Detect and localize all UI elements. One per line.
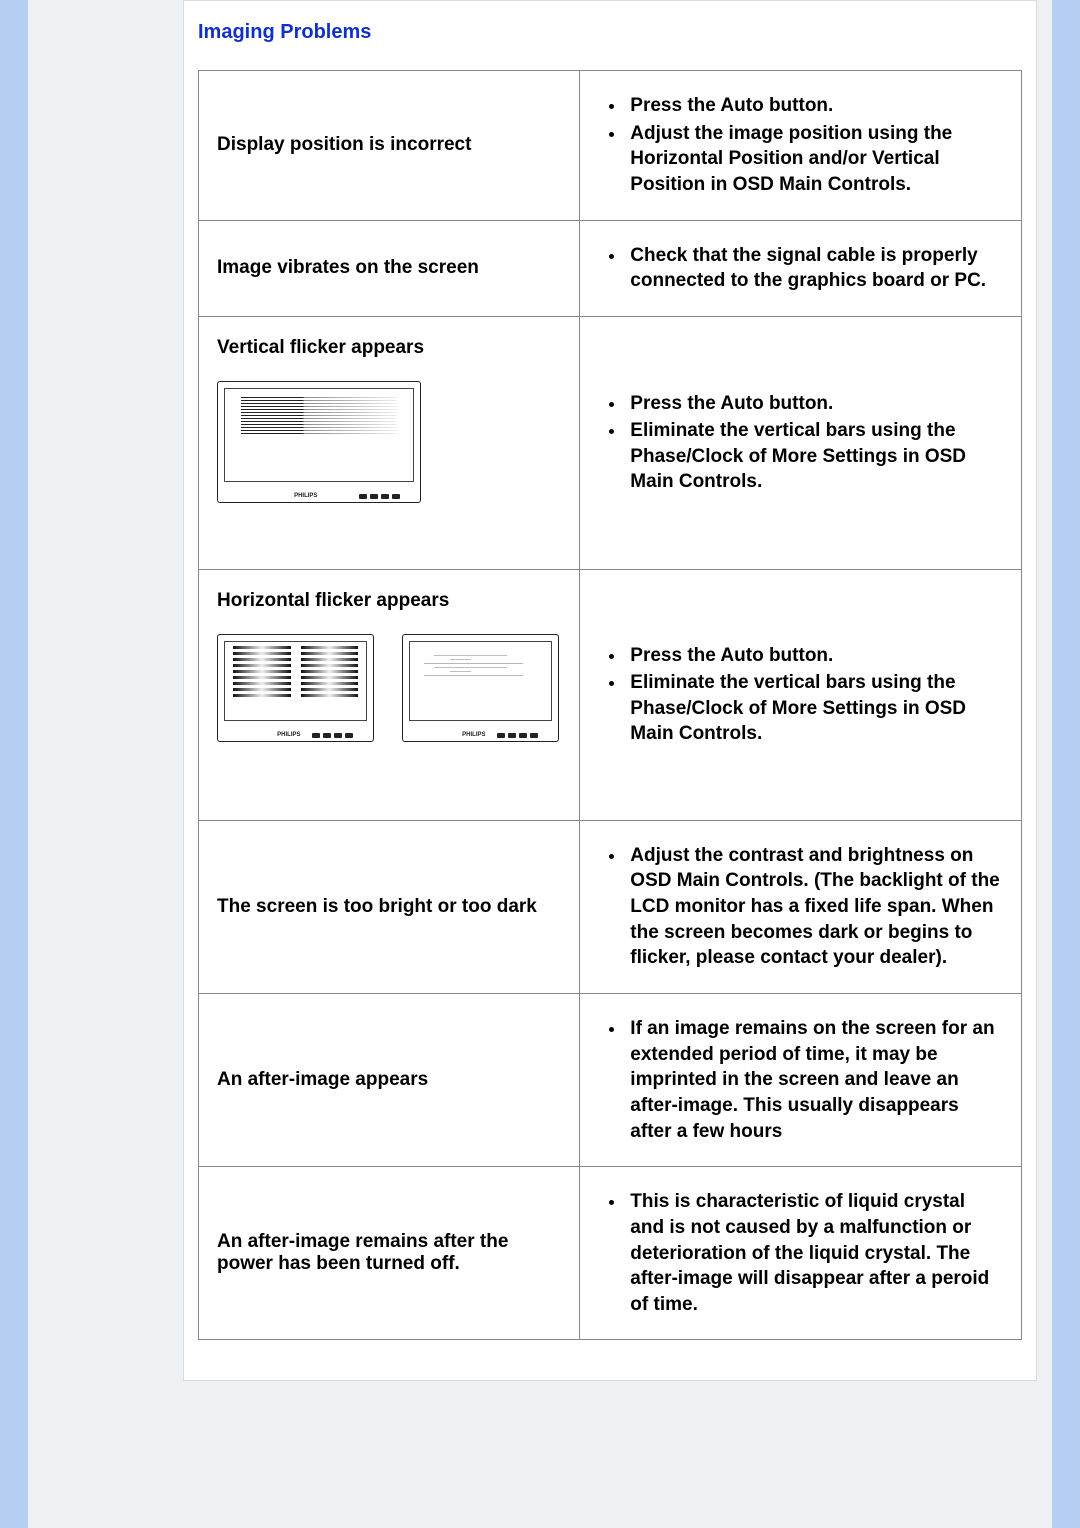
table-row: Horizontal flicker appears PHILIPS (199, 569, 1022, 820)
solution-cell: Press the Auto button. Eliminate the ver… (580, 316, 1022, 569)
problem-cell: Horizontal flicker appears PHILIPS (199, 569, 580, 820)
solution-cell: Check that the signal cable is properly … (580, 220, 1022, 316)
table-row: Display position is incorrect Press the … (199, 71, 1022, 221)
list-item: This is characteristic of liquid crystal… (626, 1189, 1003, 1317)
monitor-illustration-icon: PHILIPS (217, 381, 421, 503)
list-item: Eliminate the vertical bars using the Ph… (626, 670, 1003, 747)
table-row: The screen is too bright or too dark Adj… (199, 820, 1022, 993)
list-item: If an image remains on the screen for an… (626, 1016, 1003, 1144)
list-item: Eliminate the vertical bars using the Ph… (626, 418, 1003, 495)
problem-cell: An after-image remains after the power h… (199, 1167, 580, 1340)
table-row: Image vibrates on the screen Check that … (199, 220, 1022, 316)
list-item: Adjust the contrast and brightness on OS… (626, 843, 1003, 971)
list-item: Press the Auto button. (626, 391, 1003, 417)
solution-cell: Press the Auto button. Eliminate the ver… (580, 569, 1022, 820)
solution-cell: Press the Auto button. Adjust the image … (580, 71, 1022, 221)
list-item: Press the Auto button. (626, 643, 1003, 669)
table-row: An after-image remains after the power h… (199, 1167, 1022, 1340)
table-row: Vertical flicker appears PHILIPS (199, 316, 1022, 569)
list-item: Check that the signal cable is properly … (626, 243, 1003, 294)
list-item: Adjust the image position using the Hori… (626, 121, 1003, 198)
problem-cell: Image vibrates on the screen (199, 220, 580, 316)
troubleshooting-card: Imaging Problems Display position is inc… (183, 0, 1037, 1381)
solution-cell: Adjust the contrast and brightness on OS… (580, 820, 1022, 993)
table-row: An after-image appears If an image remai… (199, 994, 1022, 1167)
monitor-illustration-icon: PHILIPS (402, 634, 559, 742)
problem-cell: Vertical flicker appears PHILIPS (199, 316, 580, 569)
problem-cell: The screen is too bright or too dark (199, 820, 580, 993)
solution-cell: If an image remains on the screen for an… (580, 994, 1022, 1167)
monitor-illustration-icon: PHILIPS (217, 634, 374, 742)
solution-cell: This is characteristic of liquid crystal… (580, 1167, 1022, 1340)
troubleshooting-table: Display position is incorrect Press the … (198, 70, 1022, 1340)
problem-cell: Display position is incorrect (199, 71, 580, 221)
list-item: Press the Auto button. (626, 93, 1003, 119)
problem-cell: An after-image appears (199, 994, 580, 1167)
section-title: Imaging Problems (198, 21, 1022, 44)
